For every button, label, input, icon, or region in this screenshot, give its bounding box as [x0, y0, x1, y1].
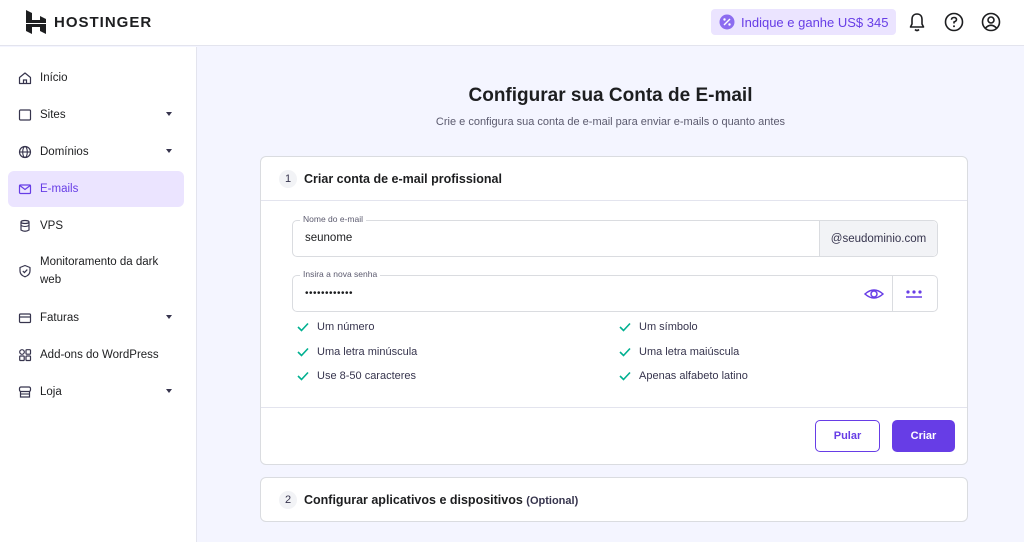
refer-earn-button[interactable]: Indique e ganhe US$ 345 [711, 9, 897, 35]
step-configure-apps-card[interactable]: 2 Configurar aplicativos e dispositivos … [260, 477, 968, 522]
hostinger-logo-icon [26, 10, 46, 34]
card-divider [261, 407, 967, 408]
chevron-down-icon [166, 389, 172, 393]
sidebar: Início Sites Domínios E-mails VPS Monito… [0, 47, 197, 542]
shield-icon [19, 264, 31, 278]
optional-tag: (Optional) [526, 495, 579, 507]
page-subtitle: Crie e configura sua conta de e-mail par… [435, 116, 786, 128]
step-create-email-card: 1 Criar conta de e-mail profissional Nom… [260, 156, 968, 465]
requirement-text: Um símbolo [639, 321, 698, 333]
generate-password-icon[interactable] [903, 284, 925, 304]
chevron-down-icon [166, 112, 172, 116]
password-requirement: Um símbolo [619, 321, 698, 333]
sidebar-item-label: Início [40, 72, 68, 84]
check-icon [297, 347, 309, 357]
password-field[interactable]: Insira a nova senha •••••••••••• [292, 269, 938, 312]
globe-icon [18, 145, 32, 159]
sidebar-item-label: E-mails [40, 183, 79, 195]
field-divider [892, 276, 893, 311]
sidebar-item-faturas[interactable]: Faturas [8, 300, 184, 336]
help-icon[interactable] [943, 11, 965, 33]
eye-icon[interactable] [863, 284, 885, 304]
store-icon [18, 386, 32, 398]
sidebar-item-label: Sites [40, 109, 66, 121]
password-requirement: Uma letra minúscula [297, 346, 417, 358]
password-label: Insira a nova senha [300, 269, 381, 279]
sidebar-item-sites[interactable]: Sites [8, 97, 184, 133]
password-requirement: Uma letra maiúscula [619, 346, 739, 358]
password-input[interactable]: •••••••••••• [305, 288, 353, 299]
refer-label: Indique e ganhe US$ 345 [741, 14, 889, 30]
brand-logo[interactable]: HOSTINGER [26, 10, 152, 34]
page-title: Configurar sua Conta de E-mail [468, 85, 753, 106]
email-name-label: Nome do e-mail [300, 214, 366, 224]
requirement-text: Use 8-50 caracteres [317, 370, 417, 382]
account-icon[interactable] [980, 11, 1002, 33]
create-button[interactable]: Criar [892, 420, 955, 452]
sidebar-item-loja[interactable]: Loja [8, 374, 184, 410]
sidebar-item-label: Domínios [40, 146, 89, 158]
card-icon [18, 313, 32, 324]
addons-icon [19, 349, 32, 362]
check-icon [297, 322, 309, 332]
sidebar-item-dominios[interactable]: Domínios [8, 134, 184, 170]
requirement-text: Uma letra minúscula [317, 346, 418, 358]
step-number: 1 [279, 169, 297, 188]
email-name-input[interactable]: seunome [305, 232, 352, 244]
window-icon [18, 109, 32, 121]
sidebar-item-label: Loja [40, 386, 62, 398]
email-name-field[interactable]: Nome do e-mail seunome @seudominio.com [292, 214, 938, 257]
check-icon [619, 371, 631, 381]
requirement-text: Uma letra maiúscula [639, 346, 740, 358]
password-requirement: Um número [297, 321, 374, 333]
step-title: Criar conta de e-mail profissional [304, 171, 502, 186]
sidebar-item-label: Monitoramento da dark web [40, 256, 159, 286]
sidebar-item-vps[interactable]: VPS [8, 208, 184, 244]
requirement-text: Apenas alfabeto latino [639, 370, 748, 382]
check-icon [619, 322, 631, 332]
step-header[interactable]: 2 Configurar aplicativos e dispositivos … [261, 478, 967, 522]
sidebar-item-emails[interactable]: E-mails [8, 171, 184, 207]
sidebar-item-dark-web[interactable]: Monitoramento da dark web [8, 245, 168, 297]
step-header: 1 Criar conta de e-mail profissional [261, 157, 967, 201]
check-icon [297, 371, 309, 381]
step-number: 2 [279, 491, 297, 509]
domain-suffix: @seudominio.com [819, 221, 937, 256]
step-title: Configurar aplicativos e dispositivos (O… [304, 493, 578, 507]
password-requirement: Use 8-50 caracteres [297, 370, 416, 382]
sidebar-item-label: VPS [40, 220, 64, 232]
home-icon [18, 72, 32, 85]
bell-icon[interactable] [906, 11, 928, 33]
sidebar-item-wordpress-addons[interactable]: Add-ons do WordPress [8, 337, 184, 373]
server-icon [20, 219, 30, 232]
sidebar-item-label: Faturas [40, 312, 79, 324]
top-bar: HOSTINGER Indique e ganhe US$ 345 [0, 0, 1024, 46]
brand-name: HOSTINGER [54, 13, 153, 31]
password-requirement: Apenas alfabeto latino [619, 370, 748, 382]
requirement-text: Um número [317, 321, 375, 333]
check-icon [619, 347, 631, 357]
mail-icon [18, 184, 32, 195]
badge-percent-icon [719, 14, 735, 30]
chevron-down-icon [166, 315, 172, 319]
sidebar-item-label: Add-ons do WordPress [40, 349, 159, 361]
sidebar-item-inicio[interactable]: Início [8, 60, 184, 96]
skip-button[interactable]: Pular [815, 420, 880, 452]
step-title-text: Configurar aplicativos e dispositivos [304, 493, 523, 507]
chevron-down-icon [166, 149, 172, 153]
